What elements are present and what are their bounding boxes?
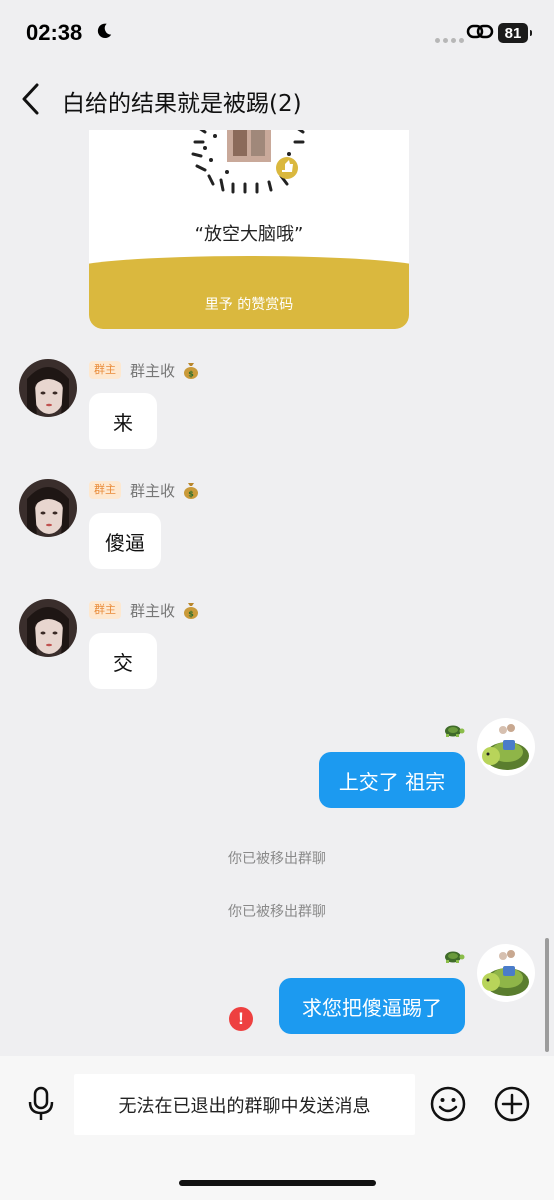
send-failed-icon[interactable]: ! bbox=[229, 1007, 253, 1031]
system-note: 你已被移出群聊 bbox=[228, 851, 326, 867]
message-input[interactable]: 无法在已退出的群聊中发送消息 bbox=[74, 1074, 415, 1135]
card-label: 里予 的赞赏码 bbox=[204, 297, 294, 313]
status-bar: 02:38 81 bbox=[0, 0, 554, 66]
avatar[interactable] bbox=[477, 944, 535, 1002]
avatar[interactable] bbox=[19, 479, 77, 537]
input-bar: 无法在已退出的群聊中发送消息 bbox=[0, 1056, 554, 1200]
owner-badge: 群主 bbox=[89, 601, 121, 619]
link-icon bbox=[466, 24, 494, 39]
scrollbar[interactable] bbox=[545, 938, 549, 1052]
avatar[interactable] bbox=[477, 718, 535, 776]
money-bag-icon: $ bbox=[184, 603, 198, 619]
emoji-icon[interactable] bbox=[430, 1086, 466, 1122]
svg-text:$: $ bbox=[188, 370, 194, 379]
moon-icon bbox=[97, 23, 112, 39]
message-bubble[interactable]: 上交了 祖宗 bbox=[319, 752, 465, 808]
reward-code-card[interactable]: “放空大脑哦” 里予 的赞赏码 bbox=[89, 104, 409, 329]
message-input-placeholder: 无法在已退出的群聊中发送消息 bbox=[118, 1095, 371, 1117]
card-quote: “放空大脑哦” bbox=[194, 224, 304, 245]
battery-level: 81 bbox=[504, 24, 522, 42]
status-time: 02:38 bbox=[26, 20, 83, 45]
svg-text:$: $ bbox=[188, 490, 194, 499]
svg-text:$: $ bbox=[188, 610, 194, 619]
money-bag-icon: $ bbox=[184, 363, 198, 379]
turtle-icon bbox=[445, 725, 465, 737]
chevron-left-icon[interactable] bbox=[18, 82, 44, 116]
owner-badge: 群主 bbox=[89, 481, 121, 499]
money-bag-icon: $ bbox=[184, 483, 198, 499]
message-bubble[interactable]: 求您把傻逼踢了 bbox=[279, 978, 465, 1034]
message-bubble[interactable]: 傻逼 bbox=[89, 513, 161, 569]
microphone-icon[interactable] bbox=[26, 1086, 56, 1122]
chat-header: 白给的结果就是被踢(2) bbox=[0, 66, 554, 130]
owner-badge: 群主 bbox=[89, 361, 121, 379]
sender-name: 群主收 bbox=[130, 482, 176, 500]
battery-icon: 81 bbox=[498, 23, 532, 43]
chat-title: 白给的结果就是被踢(2) bbox=[62, 91, 302, 117]
plus-icon[interactable] bbox=[494, 1086, 530, 1122]
message-bubble[interactable]: 来 bbox=[89, 393, 157, 449]
turtle-icon bbox=[445, 951, 465, 963]
sender-name: 群主收 bbox=[130, 602, 176, 620]
system-note: 你已被移出群聊 bbox=[228, 904, 326, 920]
avatar[interactable] bbox=[19, 599, 77, 657]
signal-dots-icon bbox=[435, 28, 467, 47]
home-indicator[interactable] bbox=[179, 1180, 376, 1186]
message-bubble[interactable]: 交 bbox=[89, 633, 157, 689]
sender-name: 群主收 bbox=[130, 362, 176, 380]
avatar[interactable] bbox=[19, 359, 77, 417]
